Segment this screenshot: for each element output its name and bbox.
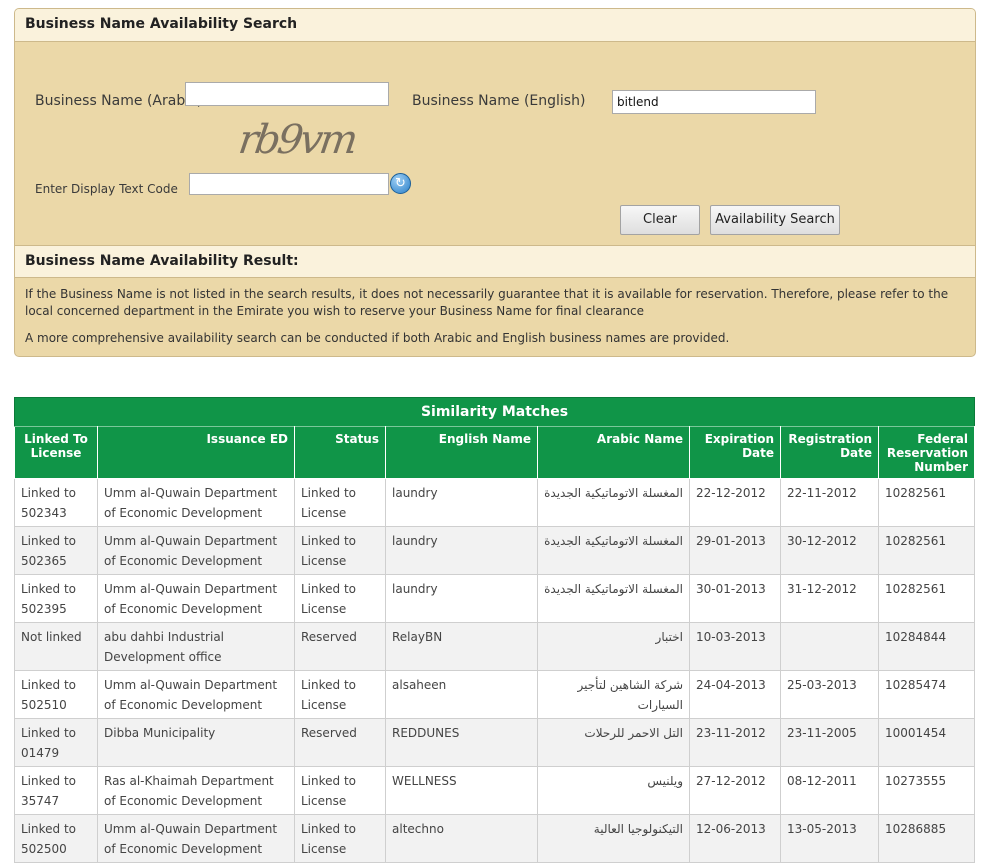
table-cell: 10284844 [878, 622, 975, 671]
table-cell: WELLNESS [385, 766, 538, 815]
table-cell: 10285474 [878, 670, 975, 719]
table-cell: 22-12-2012 [689, 478, 781, 527]
column-header: Registration Date [780, 426, 879, 479]
table-cell: 25-03-2013 [780, 670, 879, 719]
table-row: Linked to 502510 Umm al-Quwain Departmen… [14, 670, 975, 719]
table-cell: laundry [385, 478, 538, 527]
table-cell: alsaheen [385, 670, 538, 719]
table-cell: 22-11-2012 [780, 478, 879, 527]
table-cell: Linked to 01479 [14, 718, 98, 767]
table-cell: Linked to License [294, 526, 386, 575]
table-cell: Umm al-Quwain Department of Economic Dev… [97, 478, 295, 527]
similarity-matches-title: Similarity Matches [14, 397, 975, 426]
table-cell: Umm al-Quwain Department of Economic Dev… [97, 526, 295, 575]
table-header-row: Linked To License Issuance ED Status Eng… [14, 426, 975, 479]
result-note-comprehensive: A more comprehensive availability search… [25, 331, 730, 345]
table-cell: 10282561 [878, 574, 975, 623]
table-cell: 24-04-2013 [689, 670, 781, 719]
arabic-name-input[interactable] [185, 82, 389, 106]
table-cell: 23-11-2005 [780, 718, 879, 767]
table-cell: Linked to License [294, 814, 386, 863]
table-cell: Linked to 35747 [14, 766, 98, 815]
table-cell: RelayBN [385, 622, 538, 671]
result-note-disclaimer: If the Business Name is not listed in th… [25, 287, 949, 318]
refresh-captcha-icon[interactable]: ↻ [390, 173, 411, 194]
table-cell: التيكنولوجيا العالية [537, 814, 690, 863]
arabic-name-label: Business Name (Arabic) [35, 93, 203, 109]
table-cell: 10001454 [878, 718, 975, 767]
table-cell: altechno [385, 814, 538, 863]
table-cell: ويلنيس [537, 766, 690, 815]
table-cell: Linked to 502500 [14, 814, 98, 863]
table-cell: 29-01-2013 [689, 526, 781, 575]
table-cell: 12-06-2013 [689, 814, 781, 863]
table-cell: Dibba Municipality [97, 718, 295, 767]
table-row: Linked to 502365 Umm al-Quwain Departmen… [14, 526, 975, 575]
table-cell: 13-05-2013 [780, 814, 879, 863]
table-cell: 31-12-2012 [780, 574, 879, 623]
table-cell: Umm al-Quwain Department of Economic Dev… [97, 670, 295, 719]
table-cell: 30-12-2012 [780, 526, 879, 575]
captcha-image: rb9vm [235, 117, 358, 163]
search-panel-title: Business Name Availability Search [15, 9, 975, 42]
table-cell: Linked to License [294, 670, 386, 719]
table-cell: Not linked [14, 622, 98, 671]
table-cell: 10282561 [878, 478, 975, 527]
availability-search-button[interactable]: Availability Search [710, 205, 840, 235]
column-header: Status [294, 426, 386, 479]
table-cell: laundry [385, 526, 538, 575]
column-header: Issuance ED [97, 426, 295, 479]
result-panel-title: Business Name Availability Result: [15, 245, 975, 278]
table-cell: اختبار [537, 622, 690, 671]
table-cell: abu dahbi Industrial Development office [97, 622, 295, 671]
table-cell: 10286885 [878, 814, 975, 863]
table-row: Linked to 01479 Dibba Municipality Reser… [14, 718, 975, 767]
table-row: Linked to 35747 Ras al-Khaimah Departmen… [14, 766, 975, 815]
captcha-code-input[interactable] [189, 173, 389, 195]
table-cell: Reserved [294, 622, 386, 671]
table-cell: 10-03-2013 [689, 622, 781, 671]
table-cell: 08-12-2011 [780, 766, 879, 815]
table-cell: REDDUNES [385, 718, 538, 767]
table-cell: Linked to 502395 [14, 574, 98, 623]
table-cell: Linked to License [294, 478, 386, 527]
column-header: English Name [385, 426, 538, 479]
table-cell: Ras al-Khaimah Department of Economic De… [97, 766, 295, 815]
table-cell: شركة الشاهين لتأجير السيارات [537, 670, 690, 719]
table-cell: 10273555 [878, 766, 975, 815]
table-row: Linked to 502343 Umm al-Quwain Departmen… [14, 478, 975, 527]
table-cell: Linked to 502510 [14, 670, 98, 719]
table-cell: 27-12-2012 [689, 766, 781, 815]
column-header: Federal Reservation Number [878, 426, 975, 479]
column-header: Arabic Name [537, 426, 690, 479]
table-cell: Linked to 502343 [14, 478, 98, 527]
table-row: Linked to 502395 Umm al-Quwain Departmen… [14, 574, 975, 623]
similarity-matches-table: Similarity Matches Linked To License Iss… [14, 397, 975, 863]
table-cell: التل الاحمر للرحلات [537, 718, 690, 767]
table-cell: Reserved [294, 718, 386, 767]
table-cell: المغسلة الاتوماتيكية الجديدة [537, 478, 690, 527]
table-row: Not linked abu dahbi Industrial Developm… [14, 622, 975, 671]
table-row: Linked to 502500 Umm al-Quwain Departmen… [14, 814, 975, 863]
table-cell: 23-11-2012 [689, 718, 781, 767]
table-cell: Umm al-Quwain Department of Economic Dev… [97, 814, 295, 863]
table-cell: Linked to License [294, 574, 386, 623]
table-cell [780, 622, 879, 671]
table-cell: 30-01-2013 [689, 574, 781, 623]
clear-button[interactable]: Clear [620, 205, 700, 235]
table-cell: المغسلة الاتوماتيكية الجديدة [537, 574, 690, 623]
column-header: Linked To License [14, 426, 98, 479]
search-panel: Business Name Availability Search Busine… [14, 8, 976, 357]
table-cell: Linked to License [294, 766, 386, 815]
table-cell: 10282561 [878, 526, 975, 575]
captcha-code-label: Enter Display Text Code [35, 182, 178, 196]
english-name-input[interactable] [612, 90, 816, 114]
table-cell: Umm al-Quwain Department of Economic Dev… [97, 574, 295, 623]
english-name-label: Business Name (English) [412, 93, 586, 109]
table-cell: Linked to 502365 [14, 526, 98, 575]
table-cell: المغسلة الاتوماتيكية الجديدة [537, 526, 690, 575]
table-cell: laundry [385, 574, 538, 623]
column-header: Expiration Date [689, 426, 781, 479]
